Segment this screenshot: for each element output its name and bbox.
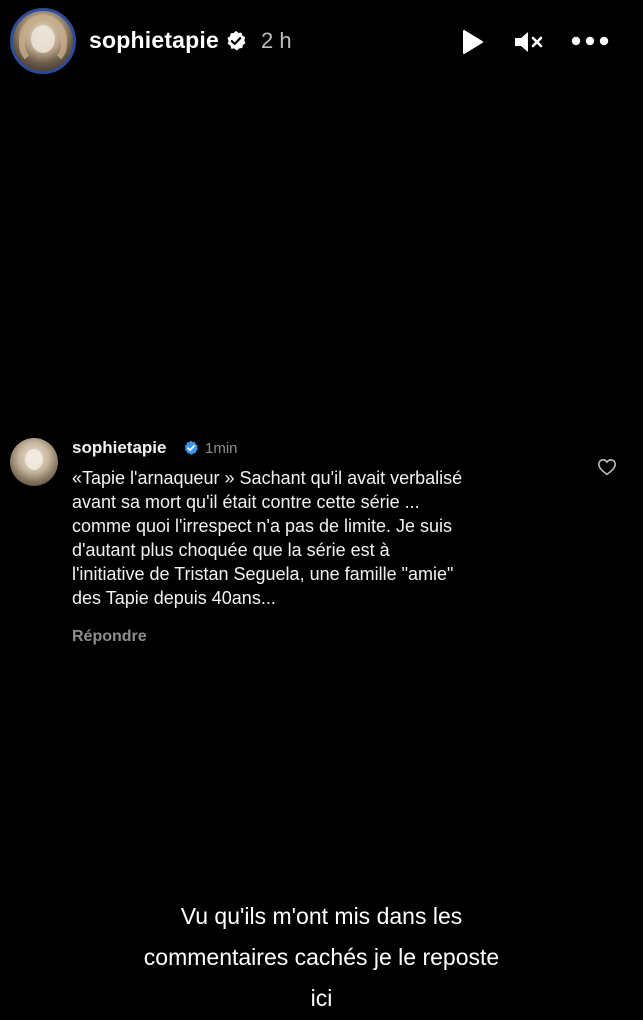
caption-line: commentaires cachés je le reposte	[143, 944, 500, 970]
avatar-face	[31, 25, 55, 53]
story-username[interactable]: sophietapie	[89, 27, 219, 54]
comment-avatar[interactable]	[10, 438, 58, 486]
reply-button[interactable]: Répondre	[72, 628, 147, 646]
comment-username[interactable]: sophietapie	[72, 438, 166, 458]
caption-line: ici	[310, 985, 333, 1011]
speaker-muted-icon[interactable]	[512, 28, 544, 56]
comment-text-line: comme quoi l'irrespect n'a pas de limite…	[72, 516, 453, 536]
story-time: 2 h	[261, 28, 292, 53]
comment-text-line: d'autant plus choquée que la série est à	[72, 540, 390, 560]
story-header: sophietapie 2 h	[0, 0, 643, 84]
comment-text-line: l'initiative de Tristan Seguela, une fam…	[72, 564, 454, 584]
caption-line: Vu qu'ils m'ont mis dans les	[180, 903, 463, 929]
comment-text-line: «Tapie l'arnaqueur » Sachant qu'il avait…	[72, 468, 463, 488]
comment-avatar-face	[25, 449, 43, 470]
heart-outline-icon[interactable]	[597, 458, 617, 476]
comment-text: «Tapie l'arnaqueur » Sachant qu'il avait…	[72, 466, 572, 610]
verified-badge-icon	[184, 440, 198, 455]
comment-time: 1min	[205, 440, 238, 457]
reposted-comment: sophietapie 1min «Tapie l'arnaqueur » Sa…	[0, 430, 643, 660]
more-horizontal-icon[interactable]	[570, 34, 610, 48]
comment-text-line: avant sa mort qu'il était contre cette s…	[72, 492, 420, 512]
verified-badge-icon	[227, 30, 246, 51]
profile-avatar[interactable]	[10, 8, 76, 74]
play-icon[interactable]	[458, 28, 486, 56]
comment-text-line: des Tapie depuis 40ans...	[72, 588, 276, 608]
story-caption: Vu qu'ils m'ont mis dans les commentaire…	[0, 896, 643, 1019]
